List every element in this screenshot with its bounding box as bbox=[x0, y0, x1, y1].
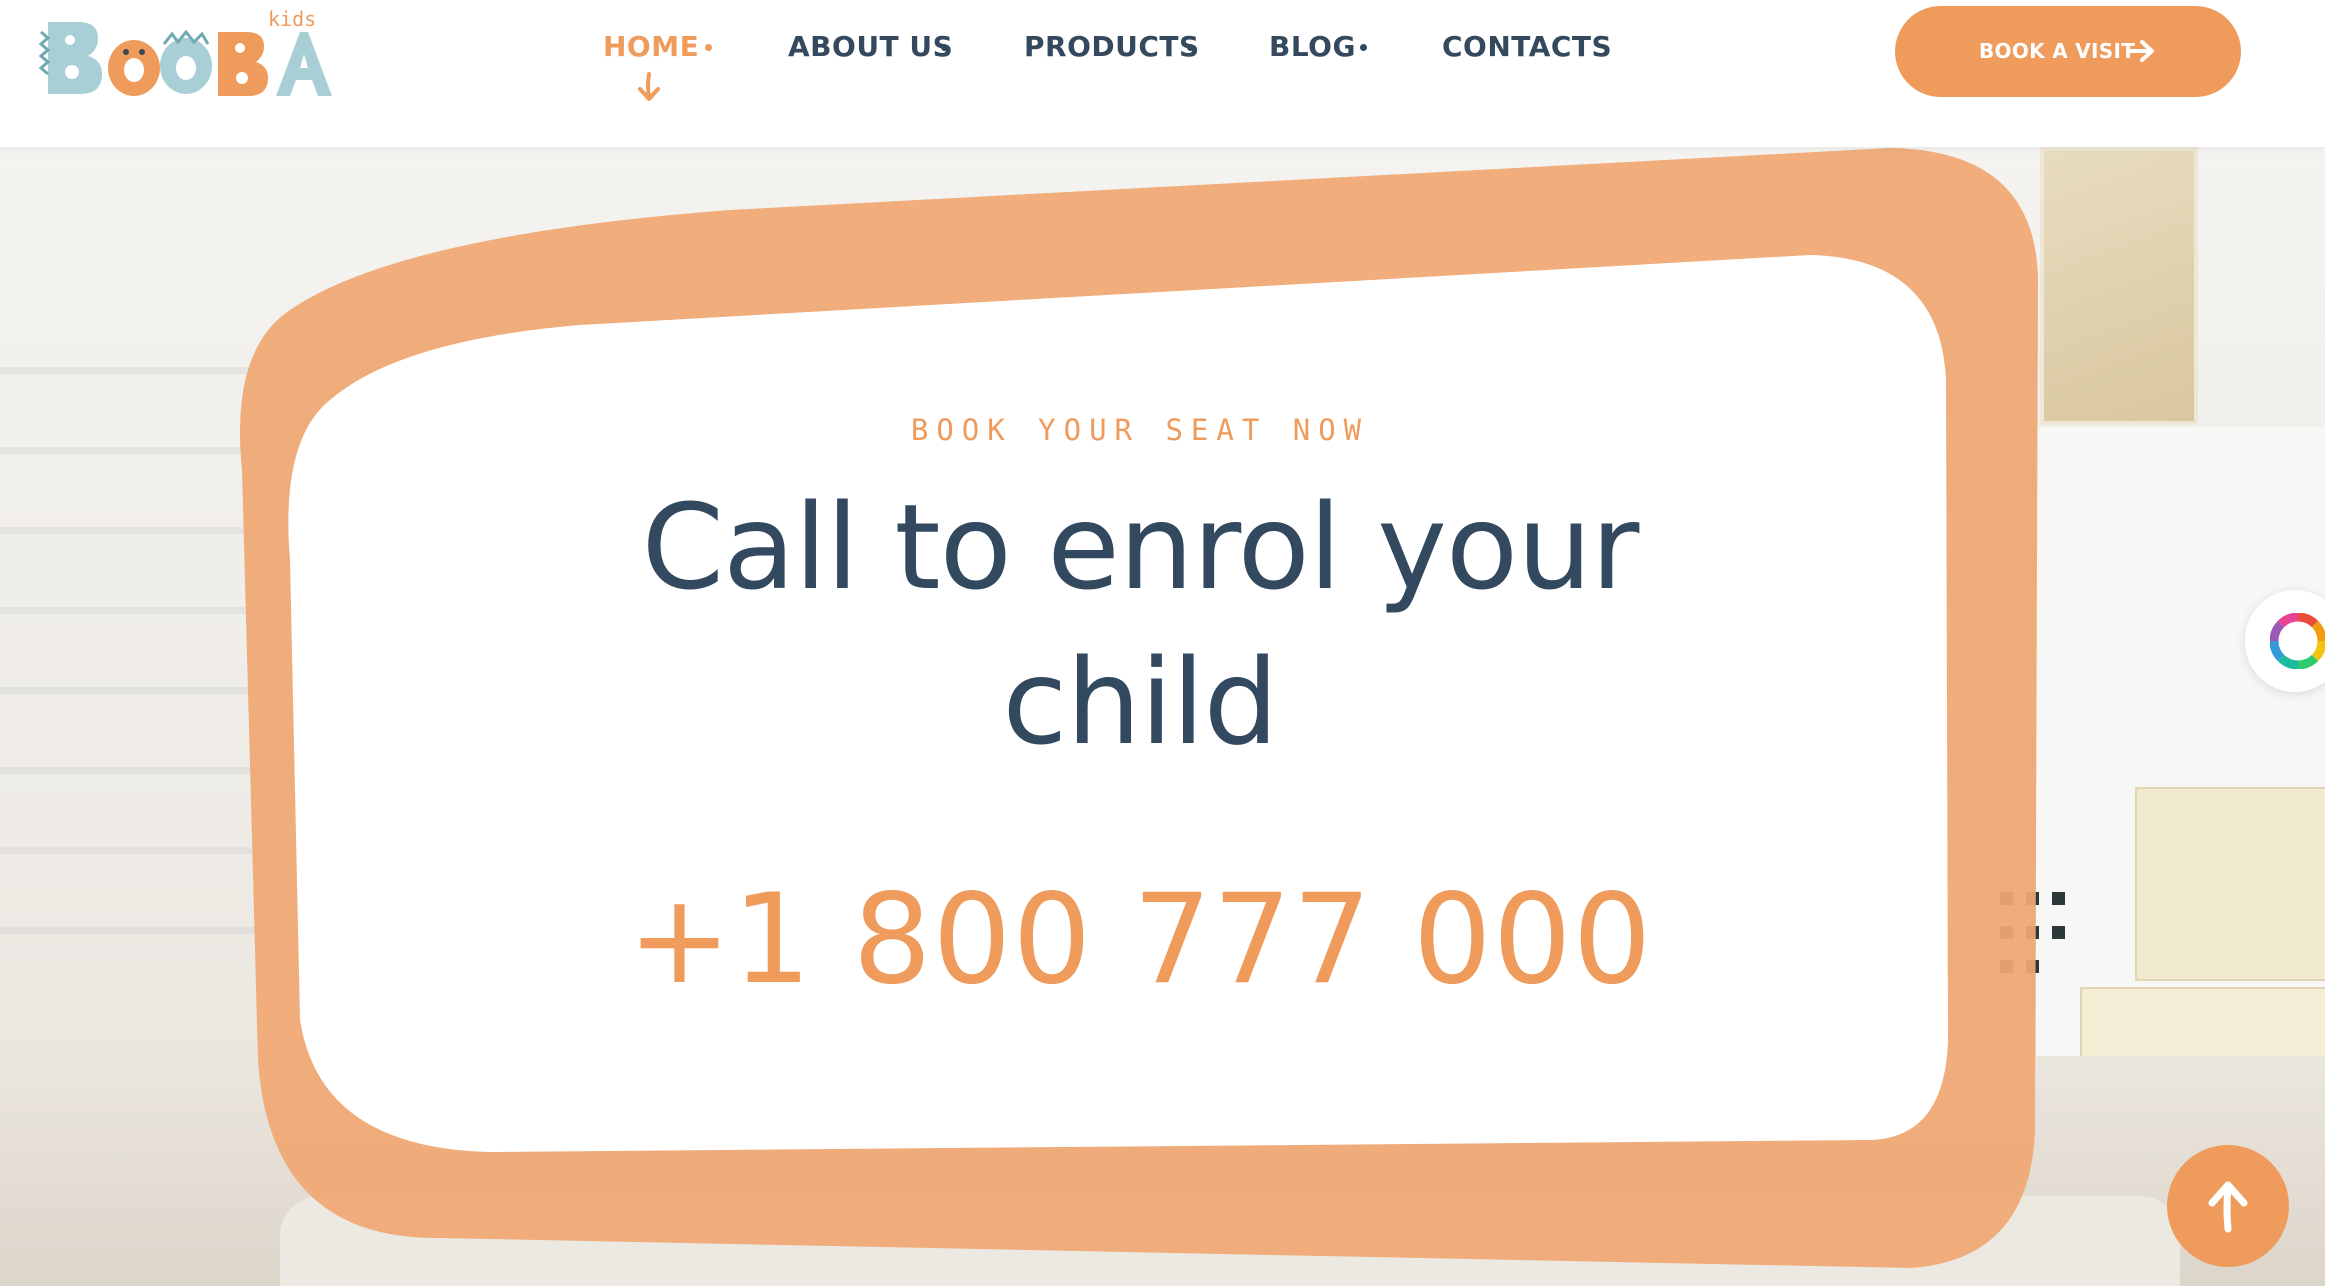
wall-map-decor bbox=[2040, 147, 2198, 425]
nav-label-products: PRODUCTS bbox=[1024, 30, 1200, 63]
nav-item-about-us[interactable]: ABOUT US bbox=[788, 30, 953, 70]
nav-label-about-us: ABOUT US bbox=[788, 30, 954, 63]
storage-box-decor bbox=[2135, 787, 2325, 981]
dropdown-dot-icon bbox=[1187, 44, 1194, 51]
dropdown-dot-icon bbox=[1360, 44, 1367, 51]
book-a-visit-label: BOOK A VISIT bbox=[1979, 39, 2136, 63]
site-header: kids HOME ABOUT US PRODUCTS BLOG CONTACT… bbox=[0, 0, 2325, 147]
book-a-visit-button[interactable]: BOOK A VISIT bbox=[1895, 6, 2241, 97]
arrow-up-icon bbox=[2208, 1181, 2248, 1233]
phone-number[interactable]: +1 800 777 000 bbox=[600, 868, 1680, 1012]
headline-line-2: child bbox=[1002, 633, 1278, 771]
nav-label-contacts: CONTACTS bbox=[1442, 30, 1613, 63]
nav-label-home: HOME bbox=[603, 30, 700, 63]
scroll-to-top-button[interactable] bbox=[2167, 1145, 2289, 1267]
dropdown-dot-icon bbox=[941, 44, 948, 51]
logo[interactable]: kids bbox=[36, 4, 336, 106]
logo-tagline: kids bbox=[268, 7, 316, 31]
nav-item-home[interactable]: HOME bbox=[603, 30, 712, 70]
nav-label-blog: BLOG bbox=[1269, 30, 1356, 63]
color-wheel-icon bbox=[2270, 613, 2325, 669]
active-arrow-down-icon bbox=[638, 72, 660, 101]
nav-item-contacts[interactable]: CONTACTS bbox=[1442, 30, 1612, 70]
dropdown-dot-icon bbox=[705, 44, 712, 51]
headline-line-1: Call to enrol your bbox=[641, 478, 1640, 616]
nav-item-blog[interactable]: BLOG bbox=[1269, 30, 1367, 70]
arrow-right-icon bbox=[2126, 40, 2154, 62]
eyebrow-text: BOOK YOUR SEAT NOW bbox=[910, 413, 1370, 447]
nav-item-products[interactable]: PRODUCTS bbox=[1024, 30, 1200, 70]
page-title: Call to enrol your child bbox=[565, 470, 1715, 780]
